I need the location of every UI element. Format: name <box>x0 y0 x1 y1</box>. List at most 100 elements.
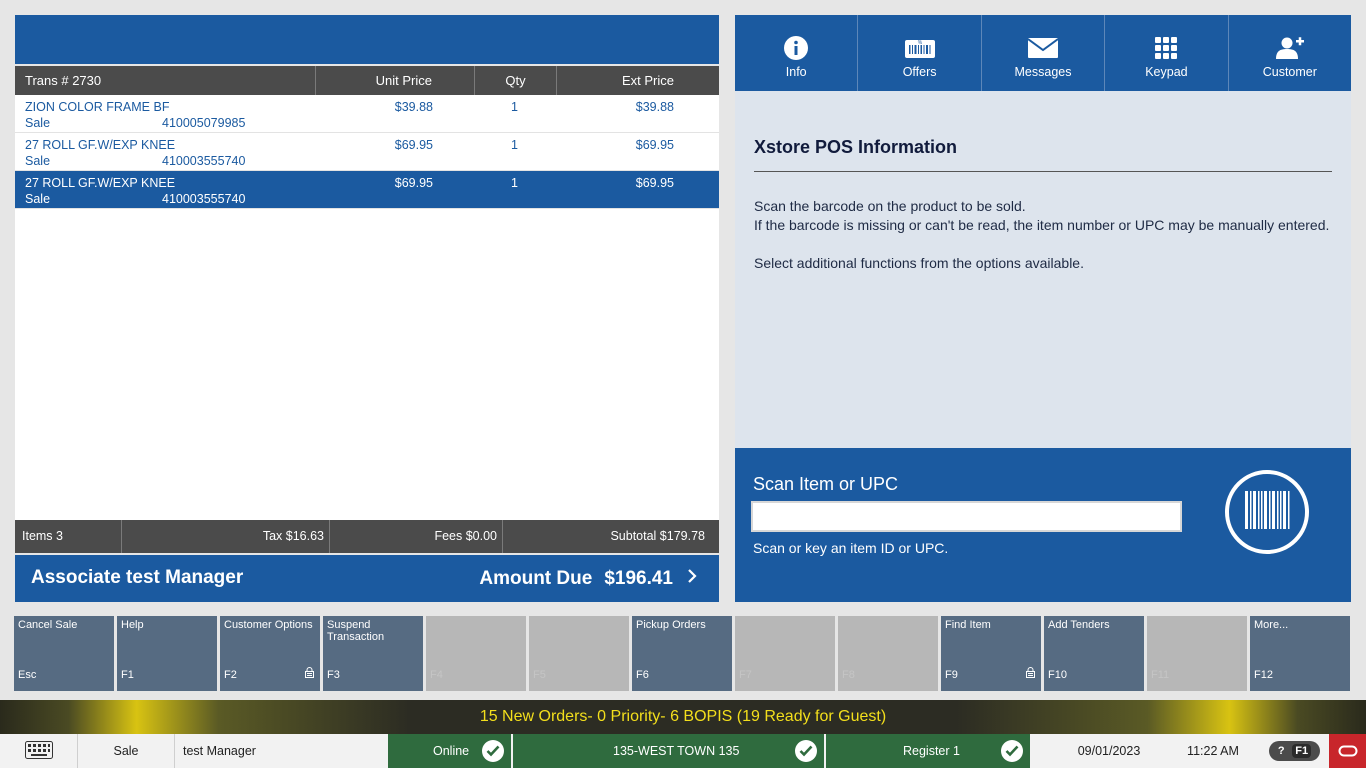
f7-button: F7 <box>735 616 835 691</box>
tab-label: Messages <box>1014 65 1072 79</box>
store-status: 135-WEST TOWN 135 <box>513 734 826 768</box>
status-bar: Sale test Manager Online 135-WEST TOWN 1… <box>0 734 1366 768</box>
item-unit-price: $69.95 <box>394 138 433 152</box>
fkey-shortcut: F6 <box>636 669 649 681</box>
oracle-logo-icon <box>1329 734 1366 768</box>
offers-icon: % <box>858 35 980 61</box>
check-icon <box>1001 740 1023 762</box>
fkey-shortcut: F8 <box>842 669 855 681</box>
online-label: Online <box>433 744 470 758</box>
info-title: Xstore POS Information <box>754 137 958 157</box>
add-tenders-button[interactable]: Add Tenders F10 <box>1044 616 1144 691</box>
more-button[interactable]: More... F12 <box>1250 616 1350 691</box>
item-unit-price: $69.95 <box>394 176 433 190</box>
tab-label: Customer <box>1262 65 1317 79</box>
scan-panel: Scan Item or UPC Scan or key an item ID … <box>735 448 1351 602</box>
fkey-shortcut: F3 <box>327 669 340 681</box>
divider <box>754 171 1332 172</box>
barcode-icon <box>1243 490 1291 534</box>
fkey-label: Pickup Orders <box>636 619 706 631</box>
item-description: 27 ROLL GF.W/EXP KNEE <box>25 176 176 190</box>
chevron-right-icon <box>687 567 697 590</box>
tab-keypad[interactable]: Keypad <box>1105 15 1229 91</box>
item-ext-price: $39.88 <box>635 100 674 114</box>
line-item[interactable]: 27 ROLL GF.W/EXP KNEE Sale 410003555740 … <box>15 133 719 171</box>
column-ext-price: Ext Price <box>621 73 674 88</box>
item-qty: 1 <box>511 138 518 152</box>
amount-due-bar[interactable]: Associate test Manager Amount Due $196.4… <box>15 555 719 602</box>
fkey-shortcut: F12 <box>1254 669 1273 681</box>
scan-item-input[interactable] <box>751 501 1182 532</box>
fkey-shortcut: F2 <box>224 669 237 681</box>
fkey-shortcut: F4 <box>430 669 443 681</box>
fkey-shortcut: Esc <box>18 669 37 681</box>
current-user: test Manager <box>183 744 256 758</box>
find-item-button[interactable]: Find Item F9 <box>941 616 1041 691</box>
subtotal: Subtotal $179.78 <box>610 529 705 543</box>
info-icon <box>735 35 857 61</box>
register-status: Register 1 <box>826 734 1032 768</box>
help-icon: ? <box>1277 745 1285 757</box>
online-status: Online <box>388 734 513 768</box>
scan-title: Scan Item or UPC <box>753 474 899 494</box>
transaction-header <box>15 15 719 64</box>
item-type: Sale <box>25 116 51 130</box>
fkey-shortcut: F1 <box>121 669 134 681</box>
fkey-label: Cancel Sale <box>18 619 78 631</box>
line-item-selected[interactable]: 27 ROLL GF.W/EXP KNEE Sale 410003555740 … <box>15 171 719 209</box>
fkey-shortcut: F11 <box>1151 669 1170 681</box>
pickup-orders-button[interactable]: Pickup Orders F6 <box>632 616 732 691</box>
fkey-shortcut: F7 <box>739 669 752 681</box>
suspend-transaction-button[interactable]: Suspend Transaction F3 <box>323 616 423 691</box>
mode-indicator: Sale <box>78 734 175 768</box>
info-line: If the barcode is missing or can't be re… <box>754 217 1330 233</box>
item-description: 27 ROLL GF.W/EXP KNEE <box>25 138 176 152</box>
keyboard-icon <box>24 740 53 762</box>
keyboard-button[interactable] <box>0 734 78 768</box>
help-shortcut-button[interactable]: ? F1 <box>1269 741 1320 761</box>
lock-icon <box>305 667 314 681</box>
amount-due[interactable]: Amount Due $196.41 <box>479 567 697 590</box>
tab-offers[interactable]: % Offers <box>858 15 982 91</box>
keypad-icon <box>1105 35 1227 61</box>
help-button[interactable]: Help F1 <box>117 616 217 691</box>
column-unit-price: Unit Price <box>316 66 475 95</box>
tab-label: Offers <box>902 65 937 79</box>
fkey-shortcut: F9 <box>945 669 958 681</box>
item-qty: 1 <box>511 176 518 190</box>
info-tabs: Info % Offers Messages Keypad Customer <box>735 15 1351 102</box>
amount-due-label: Amount Due <box>479 567 593 589</box>
item-qty: 1 <box>511 100 518 114</box>
associate-name: Associate test Manager <box>31 567 244 588</box>
fkey-label: Help <box>121 619 144 631</box>
current-date: 09/01/2023 <box>1077 744 1141 758</box>
lock-icon <box>1026 667 1035 681</box>
cancel-sale-button[interactable]: Cancel Sale Esc <box>14 616 114 691</box>
barcode-scan-button[interactable] <box>1225 470 1309 554</box>
fkey-shortcut: F10 <box>1048 669 1067 681</box>
store-label: 135-WEST TOWN 135 <box>613 744 740 758</box>
f4-button: F4 <box>426 616 526 691</box>
fkey-label: Find Item <box>945 619 991 631</box>
column-qty: Qty <box>475 66 557 95</box>
info-line: Scan the barcode on the product to be so… <box>754 198 1026 214</box>
f11-button: F11 <box>1147 616 1247 691</box>
transaction-table-header: Trans # 2730 Unit Price Qty Ext Price <box>15 66 719 95</box>
fkey-label: Suspend Transaction <box>327 619 385 643</box>
item-sku: 410005079985 <box>162 116 246 130</box>
tab-customer[interactable]: Customer <box>1229 15 1351 91</box>
svg-text:%: % <box>917 40 922 46</box>
current-time: 11:22 AM <box>1187 744 1239 758</box>
tab-info[interactable]: Info <box>735 15 859 102</box>
item-sku: 410003555740 <box>162 192 246 206</box>
line-item[interactable]: ZION COLOR FRAME BF Sale 410005079985 $3… <box>15 95 719 133</box>
item-description: ZION COLOR FRAME BF <box>25 100 170 114</box>
item-type: Sale <box>25 154 51 168</box>
totals-bar: Items 3 Tax $16.63 Fees $0.00 Subtotal $… <box>15 520 719 553</box>
info-line: Select additional functions from the opt… <box>754 255 1084 271</box>
scan-hint: Scan or key an item ID or UPC. <box>753 540 949 556</box>
tab-messages[interactable]: Messages <box>982 15 1106 91</box>
f5-button: F5 <box>529 616 629 691</box>
customer-options-button[interactable]: Customer Options F2 <box>220 616 320 691</box>
order-notification-banner[interactable]: 15 New Orders- 0 Priority- 6 BOPIS (19 R… <box>0 700 1366 734</box>
